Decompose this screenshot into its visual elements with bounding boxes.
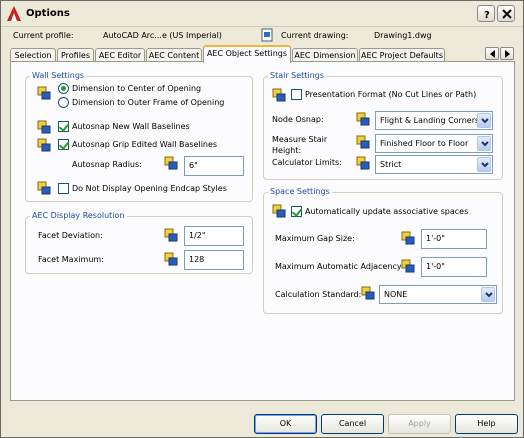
svg-text:?: ? <box>484 10 490 19</box>
window-title: Options <box>26 8 70 19</box>
close-button[interactable] <box>497 5 515 22</box>
node-osnap-value: Flight & Landing Corners <box>380 116 480 125</box>
measure-height-value: Finished Floor to Floor <box>380 139 469 148</box>
current-drawing-label: Current drawing: <box>281 31 349 40</box>
display-resolution-title: AEC Display Resolution <box>30 211 127 220</box>
drawing-file-icon <box>261 28 273 42</box>
dropdown-arrow[interactable] <box>477 157 491 172</box>
autocad-logo-icon <box>7 6 21 21</box>
lock-icon[interactable] <box>401 231 415 245</box>
lock-icon[interactable] <box>164 252 178 266</box>
measure-height-label-2: Height: <box>272 146 302 155</box>
lock-icon[interactable] <box>356 112 370 126</box>
lock-icon[interactable] <box>272 88 286 102</box>
autosnap-new-checkbox[interactable] <box>58 121 69 132</box>
autosnap-radius-input[interactable]: 6" <box>184 156 244 176</box>
tab-aec-object-settings[interactable]: AEC Object Settings <box>203 45 291 63</box>
close-icon <box>502 9 512 19</box>
facet-maximum-label: Facet Maximum: <box>38 255 104 264</box>
calculator-limits-value: Strict <box>380 160 402 169</box>
tab-scroll-right-button[interactable] <box>500 47 514 60</box>
calc-standard-value: NONE <box>384 290 408 299</box>
tab-strip: Selection Profiles AEC Editor AEC Conten… <box>10 45 515 63</box>
node-osnap-label: Node Osnap: <box>272 115 324 124</box>
lock-icon[interactable] <box>164 156 178 170</box>
lock-icon[interactable] <box>164 228 178 242</box>
chevron-down-icon <box>485 292 493 298</box>
lock-icon[interactable] <box>37 86 51 100</box>
dropdown-arrow[interactable] <box>477 136 491 151</box>
arrow-left-icon <box>490 50 495 58</box>
lock-icon[interactable] <box>361 286 375 300</box>
dimension-outer-radio[interactable] <box>58 97 69 108</box>
measure-height-select[interactable]: Finished Floor to Floor <box>375 134 493 153</box>
lock-icon[interactable] <box>356 156 370 170</box>
lock-icon[interactable] <box>37 120 51 134</box>
calc-standard-select[interactable]: NONE <box>379 285 497 304</box>
facet-deviation-input[interactable]: 1/2" <box>184 226 244 246</box>
help-button[interactable]: Help <box>455 414 518 434</box>
auto-update-checkbox[interactable] <box>291 206 302 217</box>
dimension-center-radio[interactable] <box>58 83 69 94</box>
autosnap-grip-checkbox[interactable] <box>58 139 69 150</box>
chevron-down-icon <box>481 141 489 147</box>
title-bar: Options ? <box>1 1 523 27</box>
calculator-limits-label: Calculator Limits: <box>272 158 342 167</box>
lock-icon[interactable] <box>37 138 51 152</box>
dimension-center-label: Dimension to Center of Opening <box>72 84 202 93</box>
calculator-limits-select[interactable]: Strict <box>375 155 493 174</box>
calc-standard-label: Calculation Standard: <box>275 290 362 299</box>
arrow-right-icon <box>505 50 510 58</box>
measure-height-label-1: Measure Stair <box>272 135 328 144</box>
auto-update-label: Automatically update associative spaces <box>305 207 469 216</box>
max-adjacency-input[interactable]: 1'-0" <box>421 257 487 277</box>
autosnap-radius-label: Autosnap Radius: <box>72 160 142 169</box>
apply-button[interactable]: Apply <box>388 414 451 434</box>
stair-settings-title: Stair Settings <box>268 71 326 80</box>
lock-icon[interactable] <box>37 181 51 195</box>
cancel-button[interactable]: Cancel <box>321 414 384 434</box>
lock-icon[interactable] <box>272 204 286 218</box>
help-title-button[interactable]: ? <box>477 5 495 22</box>
space-settings-title: Space Settings <box>268 187 332 196</box>
ok-button[interactable]: OK <box>254 414 317 434</box>
tab-scroll-left-button[interactable] <box>485 47 499 60</box>
current-profile-value: AutoCAD Arc...e (US Imperial) <box>103 31 222 40</box>
current-profile-label: Current profile: <box>13 31 74 40</box>
no-endcap-checkbox[interactable] <box>58 183 69 194</box>
dimension-outer-label: Dimension to Outer Frame of Opening <box>72 98 225 107</box>
autosnap-new-label: Autosnap New Wall Baselines <box>72 122 190 131</box>
wall-settings-title: Wall Settings <box>30 71 87 80</box>
max-adjacency-label: Maximum Automatic Adjacency <box>275 262 402 271</box>
question-icon: ? <box>484 10 490 19</box>
max-gap-input[interactable]: 1'-0" <box>421 229 487 249</box>
lock-icon[interactable] <box>356 135 370 149</box>
node-osnap-select[interactable]: Flight & Landing Corners <box>375 111 493 130</box>
autosnap-grip-label: Autosnap Grip Edited Wall Baselines <box>72 140 218 149</box>
chevron-down-icon <box>481 162 489 168</box>
options-dialog: Options ? Current profile: AutoCAD Arc..… <box>0 0 524 438</box>
no-endcap-label: Do Not Display Opening Endcap Styles <box>72 184 227 193</box>
facet-deviation-label: Facet Deviation: <box>38 231 103 240</box>
dropdown-arrow[interactable] <box>481 287 495 302</box>
max-gap-label: Maximum Gap Size: <box>275 234 355 243</box>
facet-maximum-input[interactable]: 128 <box>184 250 244 270</box>
presentation-format-label: Presentation Format (No Cut Lines or Pat… <box>305 90 477 99</box>
chevron-down-icon <box>481 118 489 124</box>
dropdown-arrow[interactable] <box>477 113 491 128</box>
lock-icon[interactable] <box>401 259 415 273</box>
presentation-format-checkbox[interactable] <box>291 89 302 100</box>
current-drawing-value: Drawing1.dwg <box>374 31 432 40</box>
